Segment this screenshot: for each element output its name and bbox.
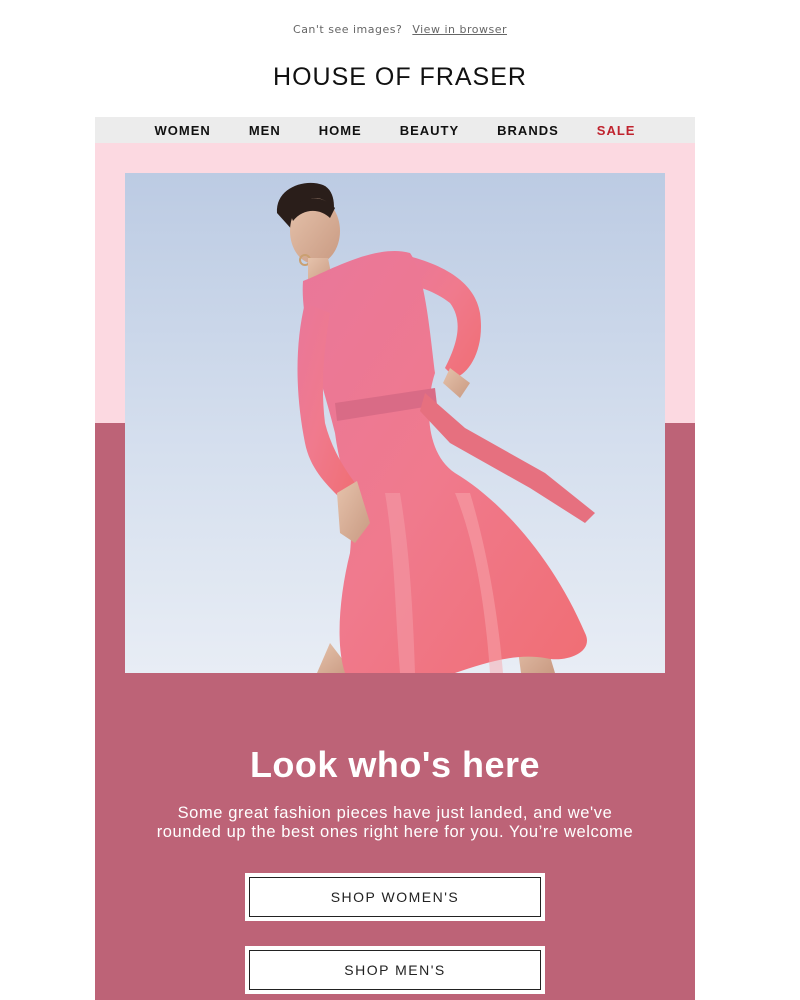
preheader: Can't see images? View in browser (0, 23, 800, 36)
hero-image[interactable] (125, 173, 665, 673)
view-in-browser-link[interactable]: View in browser (412, 23, 507, 36)
preheader-text: Can't see images? (293, 23, 403, 36)
shop-mens-label: SHOP MEN'S (249, 950, 541, 990)
nav-item-home[interactable]: HOME (319, 123, 362, 138)
main-nav: WOMEN MEN HOME BEAUTY BRANDS SALE (95, 117, 695, 143)
nav-item-brands[interactable]: BRANDS (497, 123, 559, 138)
nav-item-men[interactable]: MEN (249, 123, 281, 138)
shop-mens-button[interactable]: SHOP MEN'S (245, 946, 545, 994)
nav-item-sale[interactable]: SALE (597, 123, 636, 138)
headline: Look who's here (249, 744, 541, 786)
shop-womens-button[interactable]: SHOP WOMEN'S (245, 873, 545, 921)
nav-item-women[interactable]: WOMEN (155, 123, 211, 138)
brand-logo[interactable]: HOUSE OF FRASER (0, 63, 800, 92)
woman-in-pink-dress-illustration (125, 173, 665, 673)
shop-womens-label: SHOP WOMEN'S (249, 877, 541, 917)
nav-item-beauty[interactable]: BEAUTY (400, 123, 459, 138)
body-copy: Some great fashion pieces have just land… (156, 803, 634, 841)
